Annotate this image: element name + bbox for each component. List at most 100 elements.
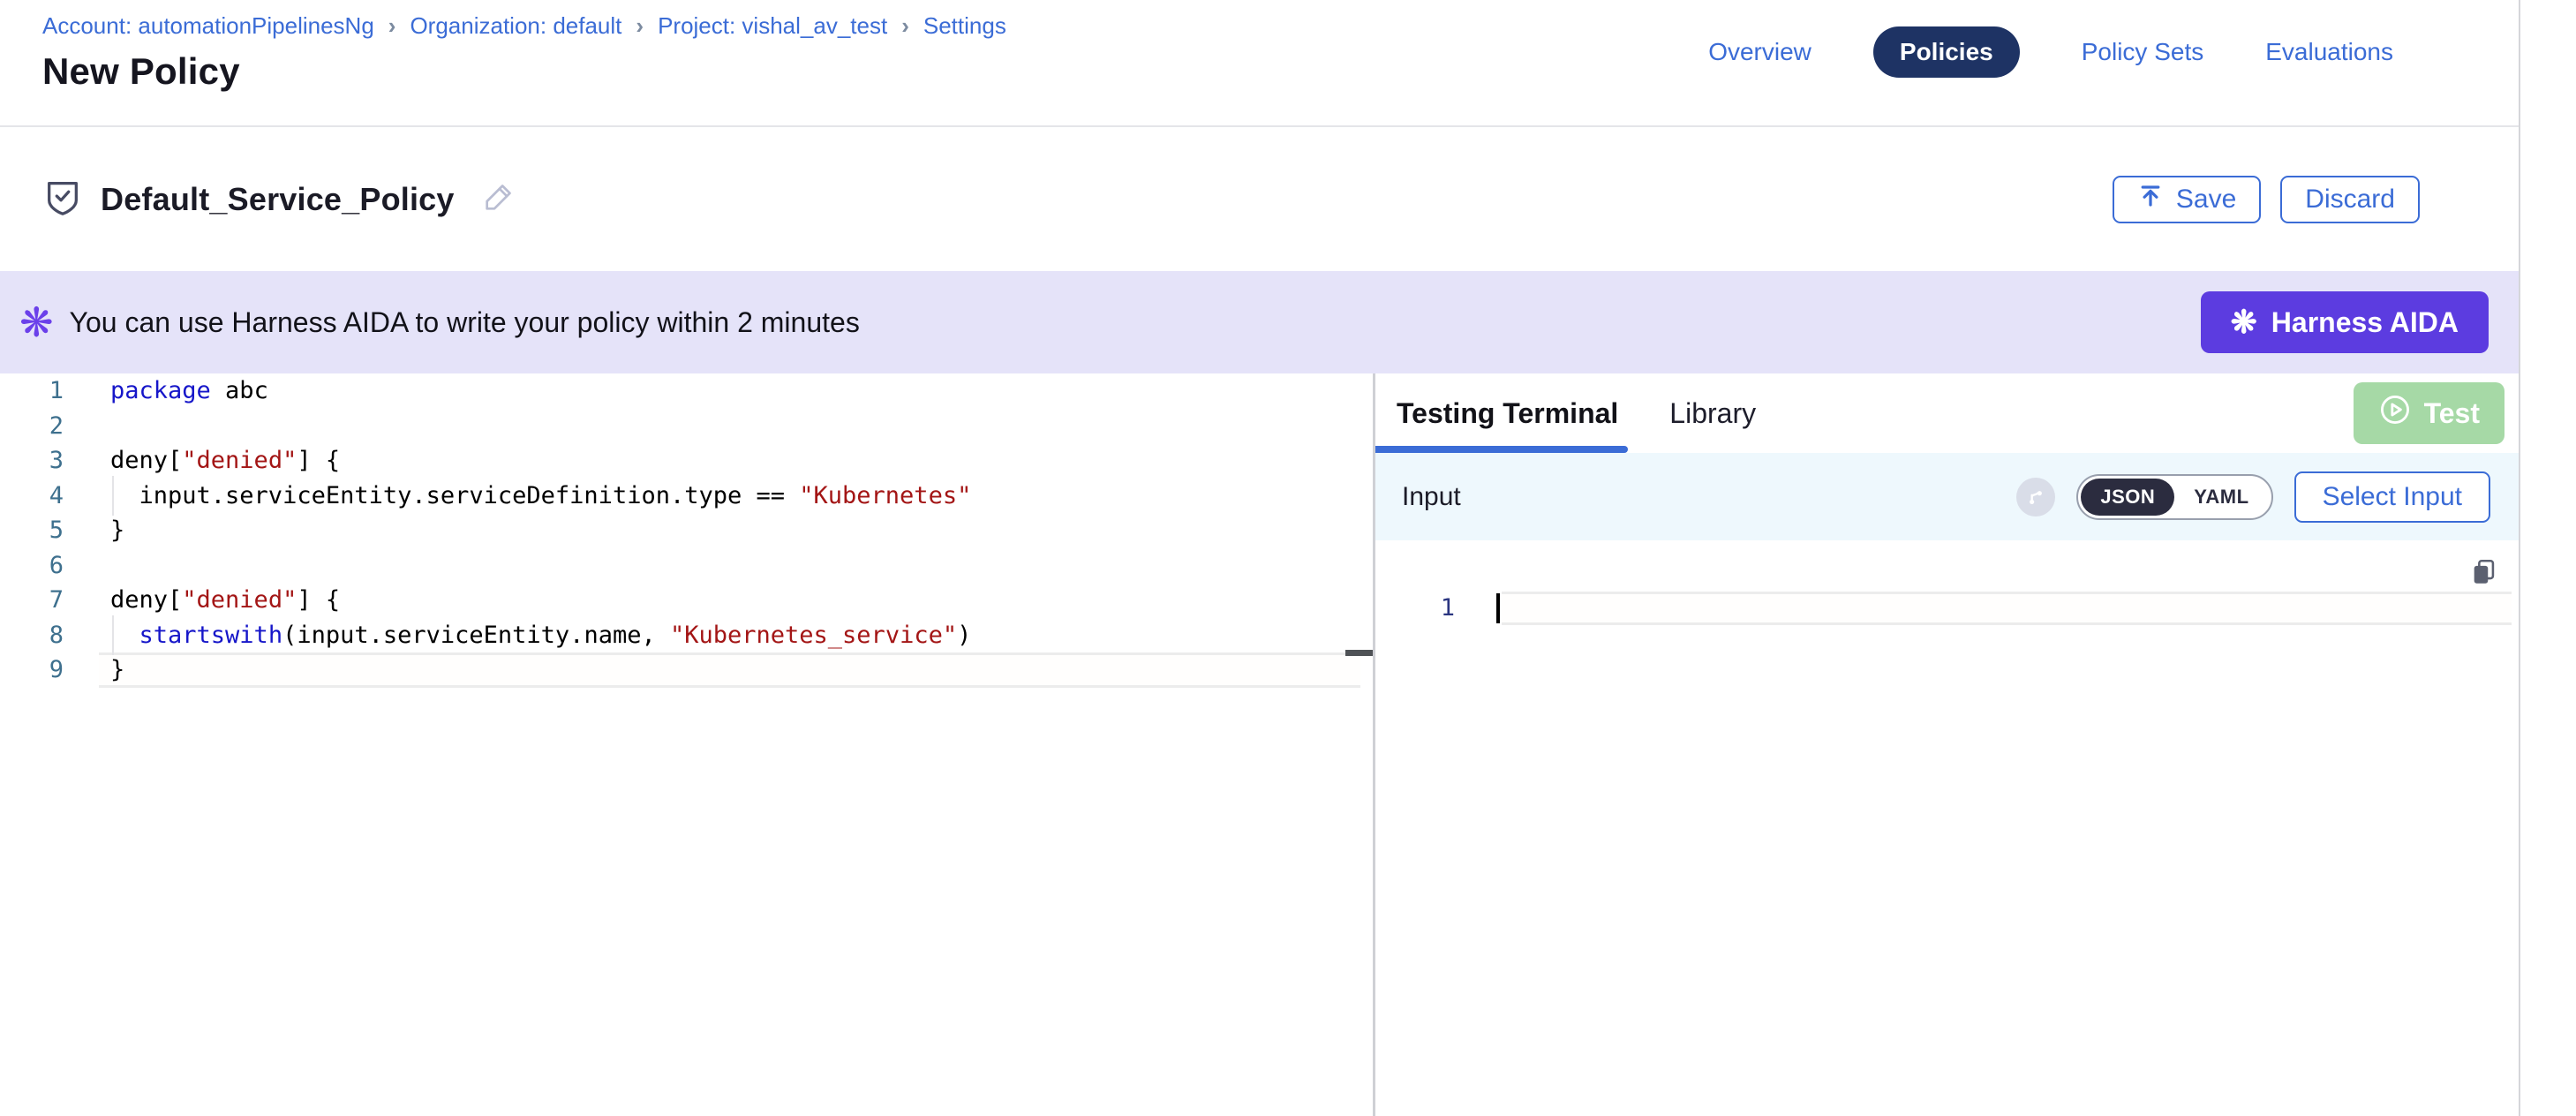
tab-library[interactable]: Library: [1669, 397, 1756, 430]
code-line-6[interactable]: 6: [0, 548, 1373, 584]
save-button-label: Save: [2176, 185, 2236, 215]
code-line-9[interactable]: 9}: [0, 652, 1373, 688]
code-lines: 1package abc23deny["denied"] {4 input.se…: [0, 373, 1373, 688]
play-icon: [2378, 393, 2412, 434]
upload-icon: [2137, 183, 2164, 216]
input-label: Input: [1402, 482, 1461, 512]
current-line-highlight: [99, 652, 1360, 688]
code-line-3[interactable]: 3 deny["denied"] {: [0, 443, 1373, 479]
harness-aida-button[interactable]: ❋ Harness AIDA: [2201, 291, 2489, 353]
terminal-tabs: Testing Terminal Library: [1397, 397, 1807, 430]
breadcrumb-link-organization[interactable]: Organization: default: [410, 12, 621, 40]
code-token: startswith: [139, 622, 283, 649]
copy-icon[interactable]: [2469, 556, 2499, 592]
code-token: deny[: [110, 447, 182, 474]
input-tools: JSONYAML Select Input: [2016, 471, 2490, 523]
tab-testing-terminal[interactable]: Testing Terminal: [1397, 397, 1618, 430]
overview-ruler-cursor-marker: [1345, 650, 1373, 656]
code-token: "denied": [182, 447, 297, 474]
code-line-text: deny["denied"] {: [110, 586, 340, 614]
code-token: abc: [211, 377, 268, 404]
breadcrumb: Account: automationPipelinesNg › Organizat…: [42, 12, 1006, 40]
line-number: 7: [0, 586, 64, 614]
page-title: New Policy: [42, 50, 1006, 93]
line-number: 2: [0, 412, 64, 440]
tab-policies[interactable]: Policies: [1873, 26, 2020, 78]
input-editor[interactable]: 1: [1375, 540, 2519, 1116]
code-token: [110, 622, 139, 649]
discard-button[interactable]: Discard: [2280, 176, 2420, 223]
indent-guide: [112, 476, 114, 516]
policy-toolbar: Default_Service_Policy Save Discard: [0, 127, 2519, 271]
aida-banner: ❋ You can use Harness AIDA to write your…: [0, 271, 2519, 373]
line-number: 4: [0, 482, 64, 509]
code-token: (input.serviceEntity.name,: [282, 622, 670, 649]
save-button[interactable]: Save: [2113, 176, 2261, 223]
edit-policy-name-icon[interactable]: [481, 179, 516, 219]
main-content: Account: automationPipelinesNg › Organizat…: [0, 0, 2520, 1116]
code-token: input.serviceEntity.serviceDefinition.ty…: [110, 482, 799, 509]
code-line-text: deny["denied"] {: [110, 447, 340, 474]
breadcrumb-separator: ›: [636, 12, 644, 40]
code-line-text: }: [110, 656, 124, 683]
right-rail: [2520, 0, 2576, 1116]
code-token: }: [110, 517, 124, 544]
format-toggle: JSONYAML: [2076, 474, 2272, 520]
discard-button-label: Discard: [2305, 185, 2395, 215]
breadcrumb-link-account[interactable]: Account: automationPipelinesNg: [42, 12, 374, 40]
line-number: 1: [0, 377, 64, 404]
breadcrumb-link-settings[interactable]: Settings: [923, 12, 1006, 40]
code-line-8[interactable]: 8 startswith(input.serviceEntity.name, "…: [0, 618, 1373, 653]
aida-banner-message: You can use Harness AIDA to write your p…: [70, 306, 860, 339]
tab-overview[interactable]: Overview: [1708, 38, 1811, 66]
input-header: Input JSONYAML Select Input: [1375, 453, 2519, 540]
line-number: 6: [0, 552, 64, 579]
code-line-1[interactable]: 1 package abc: [0, 373, 1373, 409]
line-number: 9: [0, 656, 64, 683]
aida-flower-icon: ❋: [19, 302, 54, 343]
active-tab-underline: [1375, 446, 1628, 453]
breadcrumb-separator: ›: [901, 12, 909, 40]
test-button-label: Test: [2424, 397, 2480, 430]
select-input-button[interactable]: Select Input: [2294, 471, 2490, 523]
code-token: "denied": [182, 586, 297, 614]
code-line-2[interactable]: 2: [0, 409, 1373, 444]
git-branch-icon: [2016, 478, 2055, 517]
aida-button-label: Harness AIDA: [2271, 306, 2459, 339]
code-line-4[interactable]: 4 input.serviceEntity.serviceDefinition.…: [0, 479, 1373, 514]
code-token: ): [957, 622, 971, 649]
new-policy-page: Account: automationPipelinesNg › Organizat…: [0, 0, 2576, 1116]
breadcrumb-separator: ›: [388, 12, 396, 40]
code-line-7[interactable]: 7 deny["denied"] {: [0, 583, 1373, 618]
tab-evaluations[interactable]: Evaluations: [2265, 38, 2393, 66]
aida-button-flower-icon: ❋: [2231, 306, 2257, 338]
code-token: "Kubernetes_service": [670, 622, 957, 649]
code-line-text: package abc: [110, 377, 268, 404]
code-token: package: [110, 377, 211, 404]
format-option-yaml[interactable]: YAML: [2174, 479, 2268, 516]
indent-guide: [112, 615, 114, 655]
code-token: }: [110, 656, 124, 683]
policy-name: Default_Service_Policy: [101, 181, 455, 218]
line-number: 8: [0, 622, 64, 649]
code-line-text: startswith(input.serviceEntity.name, "Ku…: [110, 622, 971, 649]
breadcrumb-link-project[interactable]: Project: vishal_av_test: [658, 12, 887, 40]
code-line-text: input.serviceEntity.serviceDefinition.ty…: [110, 482, 971, 509]
tab-policy-sets[interactable]: Policy Sets: [2082, 38, 2204, 66]
code-token: ] {: [297, 586, 340, 614]
line-number: 5: [0, 517, 64, 544]
input-text-cursor: [1496, 593, 1500, 623]
header-left: Account: automationPipelinesNg › Organizat…: [42, 0, 1006, 125]
code-token: ] {: [297, 447, 340, 474]
test-button[interactable]: Test: [2354, 382, 2504, 444]
input-current-line-highlight: [1502, 592, 2512, 625]
page-header: Account: automationPipelinesNg › Organizat…: [0, 0, 2519, 127]
module-tabs: Overview Policies Policy Sets Evaluations: [1708, 26, 2393, 78]
line-number: 3: [0, 447, 64, 474]
format-option-json[interactable]: JSON: [2081, 479, 2174, 516]
code-line-5[interactable]: 5}: [0, 513, 1373, 548]
code-token: "Kubernetes": [799, 482, 971, 509]
testing-terminal-panel: Testing Terminal Library Test Input: [1375, 373, 2519, 1116]
policy-code-editor[interactable]: 1package abc23deny["denied"] {4 input.se…: [0, 373, 1375, 1116]
code-line-text: }: [110, 517, 124, 544]
